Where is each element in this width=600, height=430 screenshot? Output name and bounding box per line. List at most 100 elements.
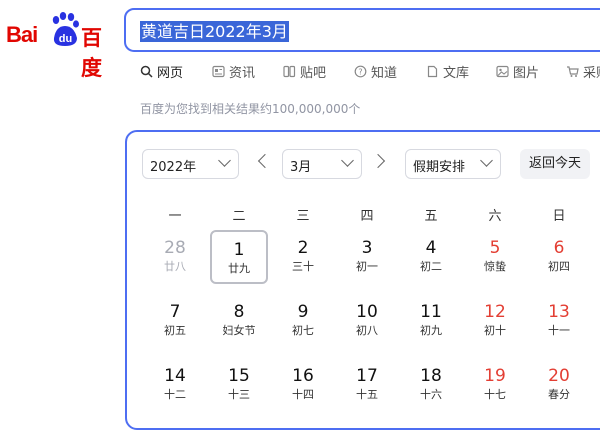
year-select-value: 2022年	[150, 160, 197, 175]
tab-images[interactable]: 图片	[496, 62, 539, 81]
calendar-day-cell[interactable]: 11 初九	[402, 294, 460, 348]
calendar-day-cell[interactable]: 9 初七	[274, 294, 332, 348]
chevron-down-icon	[480, 154, 493, 167]
calendar-day-cell[interactable]: 14 十二	[146, 358, 204, 412]
calendar-day-cell[interactable]: 5 惊蛰	[466, 230, 524, 284]
weekday-label: 三	[296, 209, 310, 224]
calendar-card: 2022年 3月 假期安排 返回今天 一 二 三 四 五 六 日 28 廿八 1 廿九 2 三十 3 初一…	[125, 130, 600, 430]
calendar-day-cell[interactable]: 13 十一	[530, 294, 588, 348]
month-select[interactable]: 3月	[282, 149, 362, 179]
lunar-date: 十一	[548, 324, 570, 337]
cart-icon	[567, 66, 579, 77]
day-number: 16	[292, 366, 314, 386]
search-query-text[interactable]: 黄道吉日2022年3月	[140, 21, 289, 42]
day-number: 11	[420, 302, 442, 322]
lunar-date: 初七	[292, 324, 314, 337]
document-icon	[427, 65, 438, 78]
calendar-day-cell[interactable]: 18 十六	[402, 358, 460, 412]
calendar-day-cell[interactable]: 2 三十	[274, 230, 332, 284]
day-number: 28	[164, 238, 186, 258]
tab-purchase[interactable]: 采购	[566, 62, 600, 81]
news-icon	[212, 65, 225, 78]
result-count: 百度为您找到相关结果约100,000,000个	[140, 102, 361, 116]
weekday-label: 一	[168, 209, 182, 224]
logo-text-bai: Bai	[6, 22, 38, 47]
lunar-date: 初二	[420, 260, 442, 273]
day-number: 17	[356, 366, 378, 386]
day-number: 12	[484, 302, 506, 322]
tab-zhidao[interactable]: ? 知道	[354, 62, 397, 81]
day-number: 9	[297, 302, 309, 322]
holiday-select-value: 假期安排	[413, 160, 466, 175]
month-select-value: 3月	[290, 160, 312, 175]
prev-month-arrow-icon[interactable]	[257, 153, 273, 169]
paw-icon: du	[52, 12, 79, 46]
lunar-date: 初十	[484, 324, 506, 337]
calendar-day-cell[interactable]: 10 初八	[338, 294, 396, 348]
day-number: 20	[548, 366, 570, 386]
day-number: 13	[548, 302, 570, 322]
tab-news[interactable]: 资讯	[212, 62, 255, 81]
day-number: 15	[228, 366, 250, 386]
search-tabs: 网页 资讯 贴吧 ? 知道 文库 图片 采购	[140, 62, 600, 84]
calendar-day-cell[interactable]: 20 春分	[530, 358, 588, 412]
svg-text:?: ?	[358, 68, 362, 77]
calendar-day-cell[interactable]: 16 十四	[274, 358, 332, 412]
tab-wenku[interactable]: 文库	[426, 62, 469, 81]
tab-web[interactable]: 网页	[140, 62, 183, 81]
day-number: 1	[233, 240, 245, 260]
calendar-day-cell[interactable]: 1 廿九	[210, 230, 268, 284]
next-month-arrow-icon[interactable]	[370, 153, 386, 169]
tab-label: 资讯	[229, 66, 256, 81]
calendar-day-cell[interactable]: 15 十三	[210, 358, 268, 412]
tab-label: 网页	[157, 66, 184, 81]
search-input[interactable]: 黄道吉日2022年3月	[124, 8, 600, 52]
tab-tieba[interactable]: 贴吧	[283, 62, 326, 81]
year-select[interactable]: 2022年	[142, 149, 239, 179]
tab-label: 采购	[583, 66, 600, 81]
calendar-day-cell[interactable]: 12 初十	[466, 294, 524, 348]
day-number: 7	[169, 302, 181, 322]
calendar-day-cell[interactable]: 3 初一	[338, 230, 396, 284]
chevron-down-icon	[341, 154, 354, 167]
calendar-day-cell[interactable]: 17 十五	[338, 358, 396, 412]
tab-label: 文库	[443, 66, 470, 81]
weekday-label: 四	[360, 209, 374, 224]
day-number: 18	[420, 366, 442, 386]
weekday-label: 二	[232, 209, 246, 224]
weekday-label: 日	[552, 209, 566, 224]
lunar-date: 初一	[356, 260, 378, 273]
lunar-date: 妇女节	[222, 324, 256, 337]
logo-text-du: du	[59, 33, 72, 45]
lunar-date: 惊蛰	[484, 260, 506, 273]
back-to-today-button[interactable]: 返回今天	[520, 149, 590, 179]
logo-text-cn: 百度	[81, 26, 102, 80]
calendar-day-cell[interactable]: 8 妇女节	[210, 294, 268, 348]
lunar-date: 初四	[548, 260, 570, 273]
calendar-day-cell[interactable]: 7 初五	[146, 294, 204, 348]
chevron-down-icon	[218, 154, 231, 167]
weekday-label: 六	[488, 209, 502, 224]
lunar-date: 初五	[164, 324, 186, 337]
day-number: 4	[425, 238, 437, 258]
day-number: 14	[164, 366, 186, 386]
tab-label: 知道	[371, 66, 398, 81]
day-number: 3	[361, 238, 373, 258]
search-icon	[140, 65, 153, 78]
tab-label: 贴吧	[300, 66, 327, 81]
calendar-day-cell[interactable]: 19 十七	[466, 358, 524, 412]
calendar-day-cell[interactable]: 4 初二	[402, 230, 460, 284]
tieba-icon	[283, 65, 296, 78]
day-number: 6	[553, 238, 565, 258]
holiday-select[interactable]: 假期安排	[405, 149, 501, 179]
day-number: 5	[489, 238, 501, 258]
weekday-label: 五	[424, 209, 438, 224]
question-icon: ?	[354, 65, 367, 78]
day-number: 10	[356, 302, 378, 322]
lunar-date: 廿八	[164, 260, 186, 273]
lunar-date: 初九	[420, 324, 442, 337]
lunar-date: 廿九	[228, 262, 250, 275]
image-icon	[496, 65, 509, 78]
calendar-day-cell[interactable]: 28 廿八	[146, 230, 204, 284]
calendar-day-cell[interactable]: 6 初四	[530, 230, 588, 284]
